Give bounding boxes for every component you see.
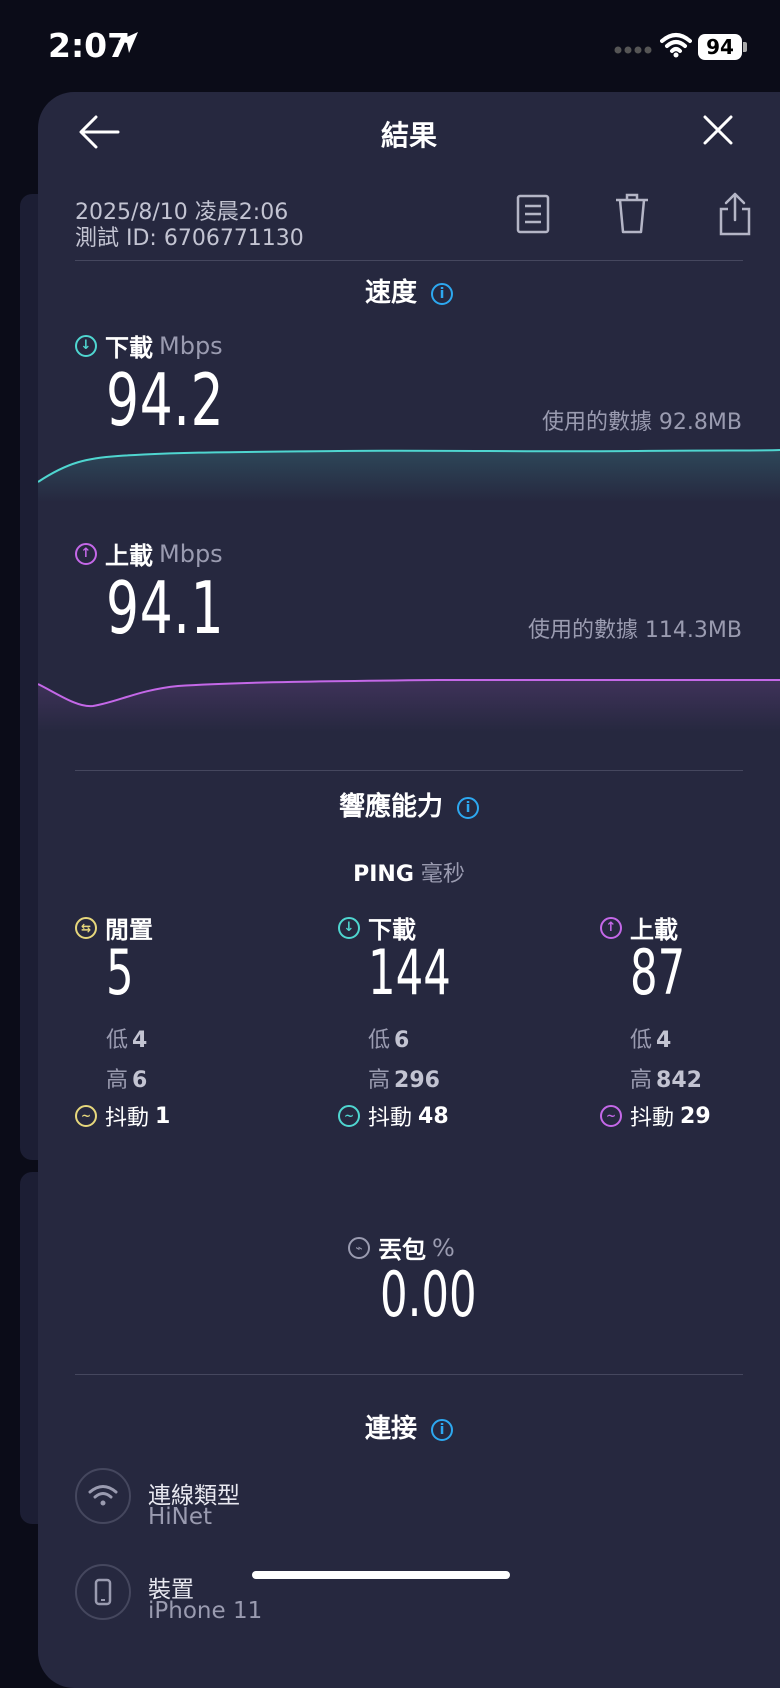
upload-unit: Mbps [159,539,223,568]
result-sheet: 結果 2025/8/10 凌晨2:06 測試 ID: 6706771130 速度… [38,92,780,1688]
idle-low-value: 4 [132,1028,148,1053]
idle-icon: ⇆ [75,916,97,939]
upload-arrow-icon: ↑ [75,542,97,565]
upload-speed-graph [38,678,780,732]
idle-low: 低4 [106,1022,147,1054]
connection-section-title: 連接 i [38,1408,780,1445]
upload-high-label: 高 [630,1068,653,1093]
home-indicator[interactable] [252,1571,510,1579]
ping-heading: PING 毫秒 [38,856,780,888]
close-icon[interactable] [702,114,734,146]
jitter-icon: ~ [600,1105,622,1127]
document-icon[interactable] [516,194,550,234]
divider [75,260,743,261]
connection-type-value: HiNet [148,1504,213,1530]
download-data-used: 使用的數據 92.8MB [541,410,742,435]
test-id: 測試 ID: 6706771130 [75,226,304,251]
idle-low-label: 低 [106,1028,129,1053]
upload-high-value: 842 [656,1068,702,1093]
location-arrow-icon [118,32,138,53]
signal-dots-icon [614,46,652,54]
download-speed-graph [38,449,780,502]
page-title: 結果 [380,119,437,152]
connection-title-text: 連接 [364,1414,417,1444]
download-arrow-icon: ↓ [338,916,360,939]
upload-jitter: ~ 抖動 29 [600,1100,711,1132]
wifi-icon [88,1485,118,1506]
device-value: iPhone 11 [148,1598,263,1624]
upload-ping-value: 87 [630,936,686,1009]
speed-title-text: 速度 [364,278,417,308]
divider [75,1374,743,1375]
download-arrow-icon: ↓ [75,334,97,357]
upload-jitter-value: 29 [680,1103,711,1129]
download-jitter-label: 抖動 [368,1106,413,1131]
device-icon-circle [75,1564,131,1620]
battery-indicator: 94 [698,34,742,60]
speed-section-title: 速度 i [38,272,780,309]
info-icon[interactable]: i [431,1419,453,1441]
download-ping-value: 144 [368,936,451,1009]
share-icon[interactable] [718,192,752,236]
status-bar: 2:07 94 [0,0,780,92]
upload-low-label: 低 [630,1028,653,1053]
idle-ping-value: 5 [106,936,134,1009]
responsiveness-title-text: 響應能力 [338,792,443,822]
ping-unit: 毫秒 [420,862,465,887]
download-low-value: 6 [394,1028,410,1053]
download-jitter-value: 48 [418,1103,449,1129]
divider [75,770,743,771]
upload-speed-value: 94.1 [106,566,225,650]
wifi-status-icon [660,33,692,58]
download-unit: Mbps [159,331,223,360]
jitter-icon: ~ [75,1105,97,1127]
info-icon[interactable]: i [431,283,453,305]
idle-jitter-label: 抖動 [105,1106,150,1131]
download-jitter: ~ 抖動 48 [338,1100,449,1132]
responsiveness-section-title: 響應能力 i [38,786,780,823]
packet-loss-value: 0.00 [380,1258,477,1331]
jitter-icon: ~ [338,1105,360,1127]
upload-ping-low: 低4 [630,1022,671,1054]
download-ping-low: 低6 [368,1022,409,1054]
battery-tip [743,42,747,52]
idle-high-value: 6 [132,1068,148,1093]
download-high-value: 296 [394,1068,440,1093]
download-high-label: 高 [368,1068,391,1093]
packet-loss-icon: ⌁ [348,1236,370,1259]
upload-jitter-label: 抖動 [630,1106,675,1131]
idle-jitter-value: 1 [155,1103,171,1129]
ping-label: PING [353,862,414,887]
upload-data-used: 使用的數據 114.3MB [527,618,742,643]
upload-low-value: 4 [656,1028,672,1053]
trash-icon[interactable] [614,192,650,234]
phone-icon [94,1578,112,1606]
download-ping-high: 高 296 [368,1062,440,1094]
idle-high-label: 高 [106,1068,129,1093]
info-icon[interactable]: i [457,797,479,819]
download-speed-value: 94.2 [106,358,225,442]
connection-type-icon-circle [75,1468,131,1524]
upload-ping-high: 高 842 [630,1062,702,1094]
upload-arrow-icon: ↑ [600,916,622,939]
idle-jitter: ~ 抖動 1 [75,1100,170,1132]
download-low-label: 低 [368,1028,391,1053]
idle-high: 高6 [106,1062,147,1094]
